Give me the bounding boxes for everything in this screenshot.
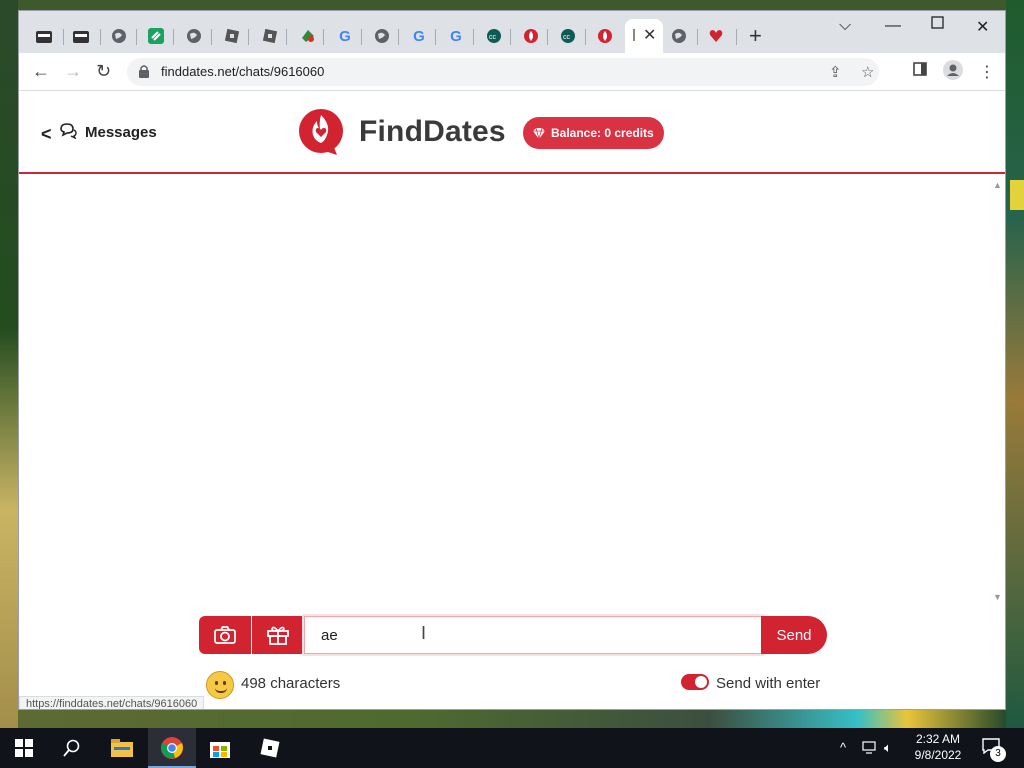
characters-remaining: 498 characters xyxy=(241,675,341,692)
search-icon[interactable] xyxy=(60,736,84,760)
tab-globe-icon[interactable] xyxy=(668,25,690,47)
chat-header: < Messages FindDates Balance: 0 credits xyxy=(19,91,1005,174)
volume-icon[interactable]: 🔈︎ xyxy=(884,740,892,756)
side-panel-icon[interactable] xyxy=(913,62,927,81)
new-tab-button[interactable]: + xyxy=(749,25,762,47)
web-page: < Messages FindDates Balance: 0 credits … xyxy=(19,91,1005,709)
tab-strip: G G G cc cc ✕ + ⌵ — ✕ xyxy=(19,11,1005,53)
tab-circle-icon[interactable]: cc xyxy=(557,25,579,47)
active-tab[interactable]: ✕ xyxy=(625,19,663,53)
notification-count: 3 xyxy=(990,746,1006,762)
camera-button[interactable] xyxy=(199,616,251,654)
back-chevron-icon[interactable]: < xyxy=(41,124,52,145)
chrome-icon[interactable] xyxy=(160,736,184,760)
tab-link-icon[interactable] xyxy=(145,25,167,47)
emoji-button[interactable] xyxy=(206,671,234,699)
scroll-up-icon[interactable]: ▲ xyxy=(993,180,1002,190)
balance-badge[interactable]: Balance: 0 credits xyxy=(523,117,664,149)
loading-indicator xyxy=(633,29,635,41)
tab-globe-icon[interactable] xyxy=(371,25,393,47)
tab-bag-icon[interactable] xyxy=(33,25,55,47)
svg-text:cc: cc xyxy=(563,34,571,41)
tab-puzzle-icon[interactable] xyxy=(297,25,319,47)
gift-icon xyxy=(267,626,289,645)
tab-globe-icon[interactable] xyxy=(183,25,205,47)
status-bar-url: https://finddates.net/chats/9616060 xyxy=(19,696,205,709)
tab-roblox-icon[interactable] xyxy=(259,25,281,47)
close-tab-icon[interactable]: ✕ xyxy=(643,25,656,45)
menu-dots-icon[interactable]: ⋮ xyxy=(979,62,995,82)
clock-time: 2:32 AM xyxy=(915,732,961,746)
windows-taskbar: ^ 🔈︎ 2:32 AM 9/8/2022 3 xyxy=(0,728,1024,768)
maximize-icon[interactable] xyxy=(931,16,945,35)
finddates-logo-icon[interactable] xyxy=(297,107,347,157)
roblox-taskbar-icon[interactable] xyxy=(258,736,282,760)
store-icon[interactable] xyxy=(208,736,232,760)
balance-label: Balance: 0 credits xyxy=(551,126,654,140)
send-button[interactable]: Send xyxy=(761,616,827,654)
scroll-down-icon[interactable]: ▼ xyxy=(993,592,1002,602)
tab-flame-icon[interactable] xyxy=(594,25,616,47)
bookmark-star-icon[interactable]: ☆ xyxy=(861,63,874,81)
lock-icon xyxy=(139,65,149,78)
messages-link[interactable]: Messages xyxy=(85,124,157,141)
tab-roblox-icon[interactable] xyxy=(221,25,243,47)
tab-google-icon[interactable]: G xyxy=(334,25,356,47)
tab-flame-icon[interactable] xyxy=(520,25,542,47)
reload-icon[interactable]: ↻ xyxy=(96,61,111,82)
messages-icon[interactable] xyxy=(59,123,77,139)
clock-date: 9/8/2022 xyxy=(914,748,962,762)
notification-icon[interactable]: 3 xyxy=(982,738,1006,762)
chat-messages-area[interactable] xyxy=(19,176,1005,606)
tab-search-icon[interactable]: ⌵ xyxy=(839,17,851,35)
minimize-icon[interactable]: — xyxy=(885,17,901,35)
tab-heart-icon[interactable] xyxy=(705,25,727,47)
tab-google-icon[interactable]: G xyxy=(445,25,467,47)
desktop-background-left xyxy=(0,0,18,728)
gift-button[interactable] xyxy=(252,616,304,654)
diamond-icon xyxy=(533,127,545,139)
scrollbar[interactable]: ▲ ▼ xyxy=(989,176,1005,606)
url-text[interactable]: finddates.net/chats/9616060 xyxy=(161,64,324,79)
tray-chevron-icon[interactable]: ^ xyxy=(840,740,846,755)
message-input[interactable] xyxy=(304,616,762,654)
close-window-icon[interactable]: ✕ xyxy=(976,17,989,37)
tab-globe-icon[interactable] xyxy=(108,25,130,47)
browser-toolbar: ← → ↻ finddates.net/chats/9616060 ⇪ ☆ ⋮ xyxy=(19,53,1005,91)
back-arrow-icon[interactable]: ← xyxy=(32,61,50,82)
clock[interactable]: 2:32 AM 9/8/2022 xyxy=(900,731,976,763)
brand-name[interactable]: FindDates xyxy=(359,115,506,149)
text-cursor-icon: I xyxy=(421,623,427,643)
forward-arrow-icon[interactable]: → xyxy=(64,61,82,82)
network-icon[interactable] xyxy=(862,740,878,757)
svg-text:cc: cc xyxy=(489,34,497,41)
tab-google-icon[interactable]: G xyxy=(408,25,430,47)
desktop-background-right xyxy=(1006,0,1024,728)
tab-circle-icon[interactable]: cc xyxy=(483,25,505,47)
share-icon[interactable]: ⇪ xyxy=(829,63,842,81)
tab-bag-icon[interactable] xyxy=(70,25,92,47)
windows-start-icon[interactable] xyxy=(12,736,36,760)
camera-icon xyxy=(214,626,236,644)
address-bar[interactable]: finddates.net/chats/9616060 ⇪ ☆ xyxy=(127,58,879,86)
file-explorer-icon[interactable] xyxy=(110,736,134,760)
desktop-background-bottom xyxy=(18,710,1006,728)
send-with-enter-toggle[interactable] xyxy=(681,674,709,690)
browser-window: G G G cc cc ✕ + ⌵ — ✕ ← → ↻ finddates.ne… xyxy=(18,10,1006,710)
profile-avatar-icon[interactable] xyxy=(943,60,963,85)
message-composer: I Send xyxy=(199,616,827,654)
send-with-enter-label: Send with enter xyxy=(716,675,821,692)
